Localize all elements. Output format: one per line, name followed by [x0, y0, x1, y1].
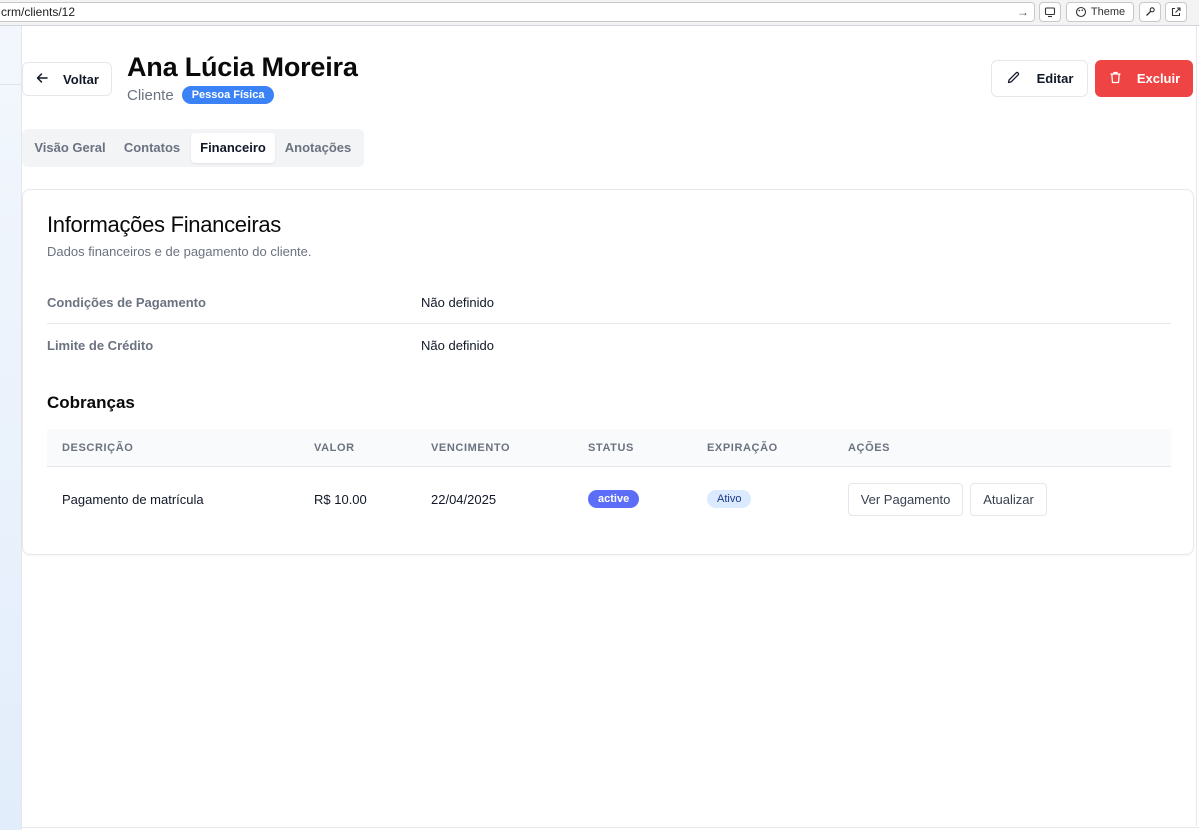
wrench-icon	[1144, 6, 1156, 18]
table-row: Pagamento de matrícula R$ 10.00 22/04/20…	[47, 467, 1171, 531]
palette-icon	[1075, 6, 1087, 18]
column-header-status: Status	[588, 442, 634, 454]
browser-toolbar: crm/clients/12 → Theme	[0, 0, 1199, 26]
update-button[interactable]: Atualizar	[970, 483, 1047, 516]
back-button-label: Voltar	[63, 71, 99, 87]
payment-terms-value: Não definido	[421, 295, 494, 310]
cell-expiracao: Ativo	[707, 467, 752, 531]
tab-anotacoes[interactable]: Anotações	[279, 133, 357, 163]
column-header-vencimento: Vencimento	[431, 442, 511, 454]
column-header-descricao: Descrição	[62, 442, 134, 454]
charges-title: Cobranças	[47, 393, 135, 412]
client-type-badge: Pessoa Física	[181, 86, 275, 104]
delete-button-label: Excluir	[1136, 71, 1181, 86]
cell-status: active	[588, 467, 640, 531]
client-subtitle: Cliente Pessoa Física	[127, 86, 275, 104]
financial-card: Informações Financeiras Dados financeiro…	[22, 189, 1194, 555]
cell-valor: R$ 10.00	[314, 491, 367, 507]
external-link-icon	[1170, 6, 1182, 18]
tools-button[interactable]	[1139, 2, 1161, 22]
page-title: Ana Lúcia Moreira	[127, 52, 358, 82]
edit-button[interactable]: Editar	[991, 60, 1088, 97]
credit-limit-value: Não definido	[421, 338, 494, 353]
address-bar-url: crm/clients/12	[1, 5, 76, 19]
pencil-icon	[1006, 70, 1021, 88]
tab-contatos[interactable]: Contatos	[118, 133, 186, 163]
tab-visao-geral[interactable]: Visão Geral	[29, 133, 111, 163]
client-role: Cliente	[127, 86, 174, 104]
address-bar[interactable]: crm/clients/12 →	[0, 2, 1035, 22]
column-header-acoes: Ações	[848, 442, 891, 454]
view-payment-button[interactable]: Ver Pagamento	[848, 483, 963, 516]
edit-button-label: Editar	[1036, 71, 1074, 86]
delete-button[interactable]: Excluir	[1095, 60, 1193, 97]
arrow-left-icon	[35, 71, 49, 88]
open-external-button[interactable]	[1165, 2, 1187, 22]
divider	[47, 323, 1171, 324]
tab-financeiro[interactable]: Financeiro	[191, 133, 275, 163]
payment-terms-label: Condições de Pagamento	[47, 295, 206, 310]
card-description: Dados financeiros e de pagamento do clie…	[47, 244, 312, 259]
sidebar-strip	[0, 26, 22, 830]
theme-label: Theme	[1090, 6, 1126, 18]
back-button[interactable]: Voltar	[22, 62, 112, 96]
expiration-badge: Ativo	[707, 490, 752, 508]
column-header-expiracao: Expiração	[707, 442, 778, 454]
trash-icon	[1108, 70, 1123, 88]
charges-table-header: Descrição Valor Vencimento Status Expira…	[47, 429, 1171, 467]
status-badge: active	[588, 490, 640, 508]
theme-button[interactable]: Theme	[1066, 2, 1134, 22]
column-header-valor: Valor	[314, 442, 355, 454]
arrow-right-icon[interactable]: →	[1016, 4, 1030, 20]
tab-list: Visão Geral Contatos Financeiro Anotaçõe…	[22, 129, 364, 167]
monitor-icon	[1044, 6, 1056, 18]
cell-descricao: Pagamento de matrícula	[62, 491, 204, 507]
credit-limit-label: Limite de Crédito	[47, 338, 154, 353]
cast-button[interactable]	[1039, 2, 1061, 22]
card-title: Informações Financeiras	[47, 212, 281, 237]
cell-vencimento: 22/04/2025	[431, 491, 497, 507]
